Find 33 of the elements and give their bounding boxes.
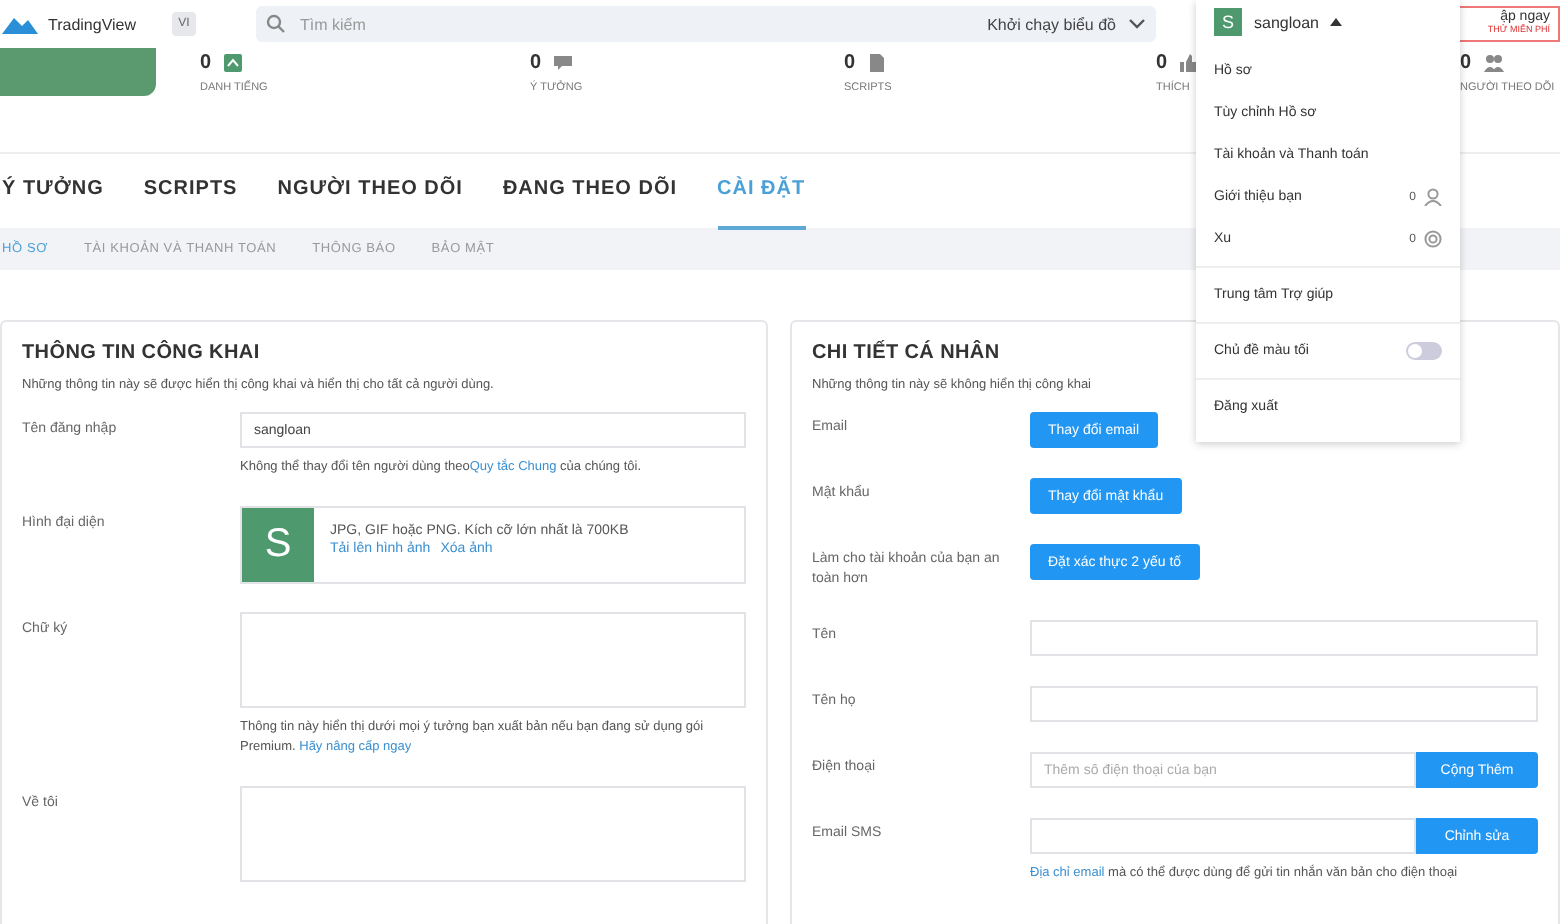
text-field[interactable] <box>1030 686 1538 722</box>
document-icon <box>867 54 888 72</box>
speech-bubble-icon <box>553 54 574 72</box>
text-field[interactable] <box>1030 818 1416 854</box>
coin-icon <box>1424 230 1442 248</box>
profile-tab[interactable]: NGƯỜI THEO DÕI <box>277 178 463 230</box>
stat-value: 0 <box>1156 52 1168 74</box>
stat-value: 0 <box>1460 52 1472 74</box>
profile-tab[interactable]: Ý TƯỞNG <box>2 178 104 230</box>
caret-up-icon <box>1330 18 1343 26</box>
username-label: sangloan <box>1254 13 1319 31</box>
avatar-initial: S <box>242 508 314 582</box>
signature-field[interactable] <box>240 612 746 708</box>
user-avatar: S <box>1214 8 1242 36</box>
person-icon <box>1424 188 1442 206</box>
launch-chart-button[interactable]: Khởi chạy biểu đồ <box>987 15 1146 33</box>
about-field[interactable] <box>240 786 746 882</box>
stat-value: 0 <box>530 52 542 74</box>
profile-tab[interactable]: SCRIPTS <box>143 178 238 230</box>
logo-text: TradingView <box>48 15 137 33</box>
cloud-logo-icon <box>0 12 40 36</box>
stat-value: 0 <box>200 52 212 74</box>
search-field[interactable]: Tìm kiếm Khởi chạy biểu đồ <box>256 6 1156 42</box>
search-icon <box>266 14 286 34</box>
section-title: CHI TIẾT CÁ NHÂN <box>812 342 1000 364</box>
text-field[interactable] <box>1030 620 1538 656</box>
people-icon <box>1483 54 1504 72</box>
thumbs-up-icon <box>1179 54 1200 72</box>
profile-tab[interactable]: ĐANG THEO DÕI <box>502 178 678 230</box>
chevron-down-icon <box>1128 18 1146 30</box>
section-title: THÔNG TIN CÔNG KHAI <box>22 342 260 364</box>
toggle-switch[interactable] <box>1406 342 1442 360</box>
stat-value: 0 <box>844 52 856 74</box>
